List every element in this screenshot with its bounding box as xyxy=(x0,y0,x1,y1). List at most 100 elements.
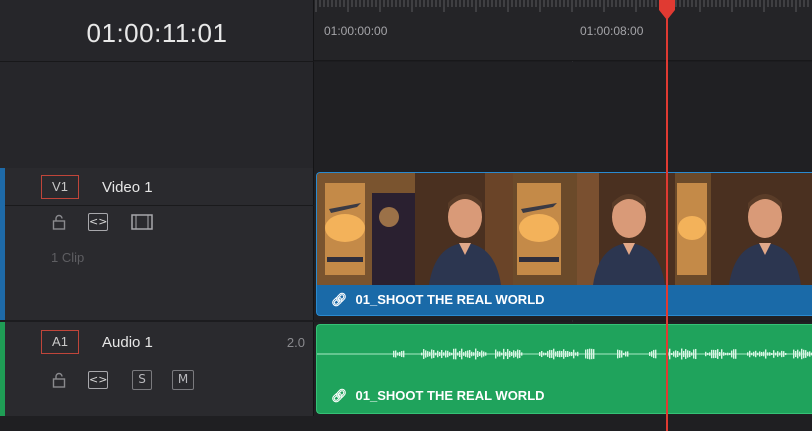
waveform-bar xyxy=(685,349,687,359)
waveform-bar xyxy=(709,352,711,356)
waveform-bar xyxy=(549,349,551,359)
waveform-bar xyxy=(561,351,563,357)
waveform-bar xyxy=(679,352,681,356)
waveform-bar xyxy=(765,349,767,359)
waveform-bar xyxy=(477,350,479,358)
waveform-bar xyxy=(655,349,657,359)
waveform-bar xyxy=(429,351,431,357)
audio-track-header[interactable]: A1 Audio 1 2.0 <> S M xyxy=(0,322,314,416)
waveform-bar xyxy=(681,348,683,360)
waveform-bar xyxy=(775,352,777,356)
waveform-bar xyxy=(715,350,717,358)
waveform-bar xyxy=(563,349,565,359)
waveform-bar xyxy=(723,352,725,356)
waveform-bar xyxy=(733,349,735,359)
waveform-bar xyxy=(717,349,719,359)
playhead-icon[interactable] xyxy=(656,0,678,22)
track-id-v1[interactable]: V1 xyxy=(41,175,79,199)
auto-select-icon[interactable]: <> xyxy=(88,213,108,231)
waveform-bar xyxy=(625,351,627,357)
waveform-bar xyxy=(437,350,439,358)
waveform-bar xyxy=(757,352,759,356)
waveform-bar xyxy=(425,350,427,358)
waveform-bar xyxy=(517,349,519,359)
waveform-bar xyxy=(571,351,573,357)
waveform-bar xyxy=(569,351,571,357)
waveform-bar xyxy=(461,348,463,360)
waveform-bar xyxy=(593,349,595,359)
waveform-bar xyxy=(483,351,485,357)
waveform-bar xyxy=(805,350,807,358)
waveform-bar xyxy=(731,350,733,358)
thumbnail-poster xyxy=(513,173,577,285)
waveform-bar xyxy=(471,351,473,357)
waveform-bar xyxy=(485,352,487,356)
waveform-bar xyxy=(779,352,781,356)
timecode-display[interactable]: 01:00:11:01 xyxy=(0,18,314,49)
waveform-bar xyxy=(721,349,723,359)
waveform-bar xyxy=(481,350,483,358)
waveform-bar xyxy=(509,350,511,358)
waveform-bar xyxy=(783,351,785,357)
auto-select-icon[interactable]: <> xyxy=(88,371,108,389)
track-name-video[interactable]: Video 1 xyxy=(102,179,153,196)
waveform-bar xyxy=(677,351,679,357)
track-monitor-icon[interactable] xyxy=(131,213,153,231)
waveform-bar xyxy=(431,349,433,359)
timeline-ruler[interactable]: 01:00:00:00 01:00:08:00 xyxy=(314,0,812,61)
waveform-bar xyxy=(793,349,795,359)
waveform-bar xyxy=(557,351,559,357)
waveform-bar xyxy=(747,352,749,356)
video-clip-name: 01_SHOOT THE REAL WORLD xyxy=(355,292,545,307)
link-icon: 🔗︎ xyxy=(331,388,348,403)
mute-button[interactable]: M xyxy=(172,370,194,390)
lock-icon[interactable] xyxy=(52,214,66,230)
audio-waveform xyxy=(317,348,812,360)
waveform-bar xyxy=(707,352,709,356)
waveform-bar xyxy=(539,351,541,357)
audio-clip-name: 01_SHOOT THE REAL WORLD xyxy=(355,388,545,403)
audio-clip-label: 🔗︎ 01_SHOOT THE REAL WORLD xyxy=(331,388,545,404)
waveform-bar xyxy=(577,351,579,357)
video-clip[interactable]: 🔗︎ 01_SHOOT THE REAL WORLD xyxy=(316,172,812,316)
waveform-bar xyxy=(749,350,751,358)
waveform-bar xyxy=(801,348,803,360)
timeline-bottom-strip xyxy=(0,416,812,431)
waveform-bar xyxy=(435,352,437,356)
waveform-bar xyxy=(711,349,713,359)
waveform-bar xyxy=(547,351,549,357)
waveform-bar xyxy=(773,350,775,358)
waveform-bar xyxy=(751,352,753,356)
ruler-ticks xyxy=(315,0,809,12)
waveform-bar xyxy=(617,349,619,359)
waveform-bar xyxy=(761,351,763,357)
waveform-bar xyxy=(497,351,499,357)
waveform-bar xyxy=(807,351,809,357)
waveform-bar xyxy=(567,351,569,357)
waveform-bar xyxy=(451,352,453,356)
video-track-header[interactable]: V1 Video 1 <> 1 Clip xyxy=(0,168,314,320)
waveform-bar xyxy=(797,349,799,359)
track-divider xyxy=(5,205,314,206)
solo-button[interactable]: S xyxy=(132,370,152,390)
lock-icon[interactable] xyxy=(52,372,66,388)
timeline-empty-area[interactable] xyxy=(314,62,812,168)
waveform-bar xyxy=(619,350,621,358)
track-id-a1[interactable]: A1 xyxy=(41,330,79,354)
waveform-bar xyxy=(573,349,575,359)
waveform-bar xyxy=(467,350,469,358)
waveform-bar xyxy=(447,350,449,358)
waveform-bar xyxy=(479,351,481,357)
waveform-bar xyxy=(687,350,689,358)
waveform-bar xyxy=(651,351,653,357)
waveform-bar xyxy=(469,349,471,359)
waveform-bar xyxy=(689,350,691,358)
waveform-bar xyxy=(693,349,695,359)
playhead-line[interactable] xyxy=(666,8,668,431)
waveform-bar xyxy=(401,351,403,357)
waveform-bar xyxy=(727,352,729,356)
waveform-bar xyxy=(499,351,501,357)
waveform-bar xyxy=(515,351,517,357)
track-name-audio[interactable]: Audio 1 xyxy=(102,334,153,351)
audio-clip[interactable]: 🔗︎ 01_SHOOT THE REAL WORLD xyxy=(316,324,812,414)
